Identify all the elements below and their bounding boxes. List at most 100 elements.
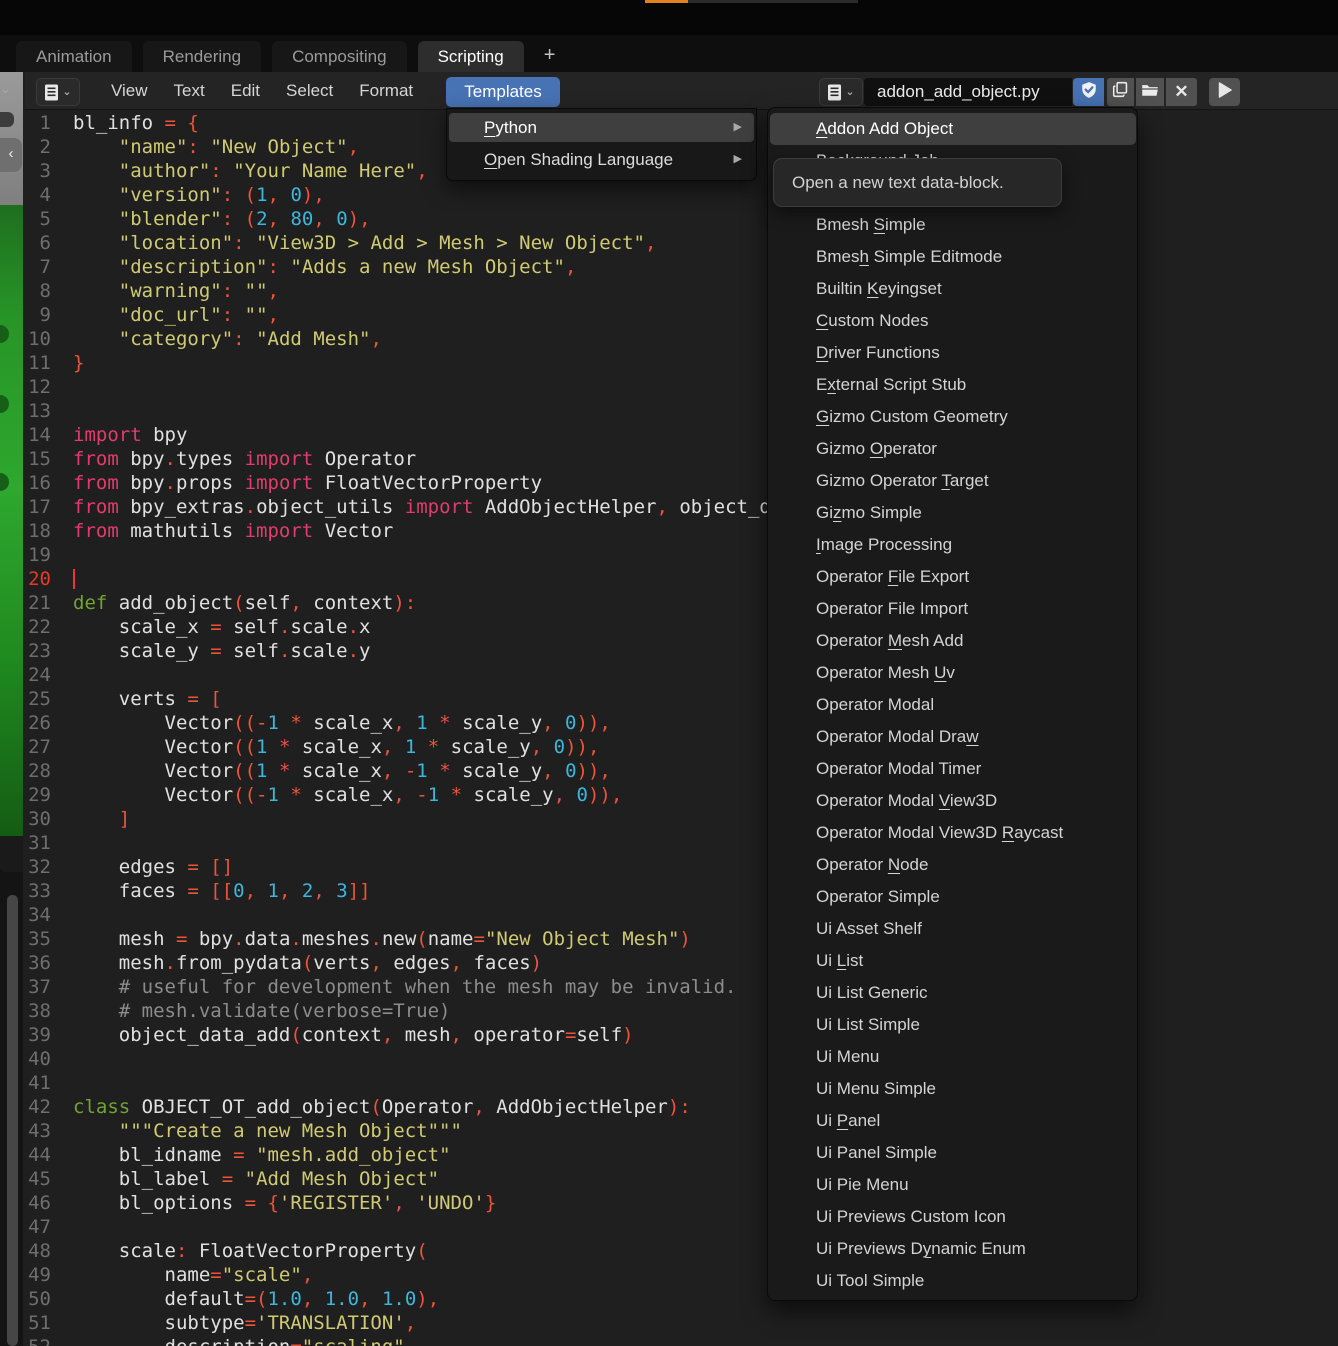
- sidebar-collapse-handle[interactable]: ‹: [0, 138, 22, 172]
- line-number: 34: [25, 903, 51, 927]
- template-item-ui-tool-simple[interactable]: Ui Tool Simple: [770, 1265, 1136, 1297]
- template-item-gizmo-operator[interactable]: Gizmo Operator: [770, 433, 1136, 465]
- line-number: 18: [25, 519, 51, 543]
- code-area[interactable]: 1bl_info = {2 "name": "New Object",3 "au…: [25, 110, 1338, 1346]
- top-accent-orange: [645, 0, 688, 3]
- tooltip: Open a new text data-block.: [773, 158, 1062, 207]
- line-number: 50: [25, 1287, 51, 1311]
- code-text: "doc_url": "",: [73, 303, 279, 327]
- shield-check-icon: [1080, 81, 1098, 104]
- template-item-operator-mesh-uv[interactable]: Operator Mesh Uv: [770, 657, 1136, 689]
- line-number: 35: [25, 927, 51, 951]
- template-item-ui-asset-shelf[interactable]: Ui Asset Shelf: [770, 913, 1136, 945]
- line-number: 14: [25, 423, 51, 447]
- template-item-operator-modal-view3d[interactable]: Operator Modal View3D: [770, 785, 1136, 817]
- code-text: mesh.from_pydata(verts, edges, faces): [73, 951, 542, 975]
- line-number: 23: [25, 639, 51, 663]
- line-number: 3: [25, 159, 51, 183]
- template-item-external-script-stub[interactable]: External Script Stub: [770, 369, 1136, 401]
- add-workspace-button[interactable]: +: [535, 41, 565, 72]
- line-number: 4: [25, 183, 51, 207]
- workspace-tab-scripting[interactable]: Scripting: [418, 41, 524, 72]
- template-item-operator-modal-timer[interactable]: Operator Modal Timer: [770, 753, 1136, 785]
- template-item-ui-panel[interactable]: Ui Panel: [770, 1105, 1136, 1137]
- template-item-ui-list[interactable]: Ui List: [770, 945, 1136, 977]
- new-text-button[interactable]: [1107, 78, 1134, 106]
- line-number: 38: [25, 999, 51, 1023]
- editor-type-button[interactable]: ⌄: [36, 78, 80, 106]
- code-text: mesh = bpy.data.meshes.new(name="New Obj…: [73, 927, 691, 951]
- template-item-ui-menu[interactable]: Ui Menu: [770, 1041, 1136, 1073]
- code-line: 29 Vector((-1 * scale_x, -1 * scale_y, 0…: [25, 783, 1338, 807]
- submenu-arrow-icon: ▶: [734, 113, 742, 142]
- run-script-button[interactable]: [1209, 78, 1240, 106]
- workspace-tab-compositing[interactable]: Compositing: [272, 41, 407, 72]
- code-line: 47: [25, 1215, 1338, 1239]
- line-number: 20: [25, 567, 51, 591]
- template-item-operator-file-export[interactable]: Operator File Export: [770, 561, 1136, 593]
- line-number: 11: [25, 351, 51, 375]
- template-item-operator-modal-draw[interactable]: Operator Modal Draw: [770, 721, 1136, 753]
- left-scrollbar[interactable]: [7, 895, 18, 1346]
- menu-format[interactable]: Format: [359, 81, 413, 101]
- code-line: 23 scale_y = self.scale.y: [25, 639, 1338, 663]
- menu-text[interactable]: Text: [174, 81, 205, 101]
- template-item-ui-previews-custom-icon[interactable]: Ui Previews Custom Icon: [770, 1201, 1136, 1233]
- template-item-ui-pie-menu[interactable]: Ui Pie Menu: [770, 1169, 1136, 1201]
- code-line: 43 """Create a new Mesh Object""": [25, 1119, 1338, 1143]
- template-item-driver-functions[interactable]: Driver Functions: [770, 337, 1136, 369]
- panel-corner: [0, 836, 23, 872]
- line-number: 42: [25, 1095, 51, 1119]
- templates-item-open-shading-language[interactable]: Open Shading Language▶: [449, 145, 754, 174]
- line-number: 15: [25, 447, 51, 471]
- code-text: from bpy_extras.object_utils import AddO…: [73, 495, 851, 519]
- template-item-builtin-keyingset[interactable]: Builtin Keyingset: [770, 273, 1136, 305]
- template-item-bmesh-simple[interactable]: Bmesh Simple: [770, 209, 1136, 241]
- template-item-ui-menu-simple[interactable]: Ui Menu Simple: [770, 1073, 1136, 1105]
- line-number: 47: [25, 1215, 51, 1239]
- template-item-operator-modal[interactable]: Operator Modal: [770, 689, 1136, 721]
- templates-item-python[interactable]: Python▶: [449, 113, 754, 142]
- code-line: 45 bl_label = "Add Mesh Object": [25, 1167, 1338, 1191]
- text-datablock-selector[interactable]: ⌄: [819, 78, 863, 106]
- line-number: 36: [25, 951, 51, 975]
- template-item-image-processing[interactable]: Image Processing: [770, 529, 1136, 561]
- template-item-operator-modal-view3d-raycast[interactable]: Operator Modal View3D Raycast: [770, 817, 1136, 849]
- register-toggle-button[interactable]: [1073, 78, 1104, 106]
- code-text: from bpy.types import Operator: [73, 447, 416, 471]
- template-item-gizmo-simple[interactable]: Gizmo Simple: [770, 497, 1136, 529]
- template-item-gizmo-custom-geometry[interactable]: Gizmo Custom Geometry: [770, 401, 1136, 433]
- code-line: 44 bl_idname = "mesh.add_object": [25, 1143, 1338, 1167]
- template-item-bmesh-simple-editmode[interactable]: Bmesh Simple Editmode: [770, 241, 1136, 273]
- template-item-custom-nodes[interactable]: Custom Nodes: [770, 305, 1136, 337]
- template-item-gizmo-operator-target[interactable]: Gizmo Operator Target: [770, 465, 1136, 497]
- templates-menu-button[interactable]: Templates: [446, 77, 560, 107]
- unlink-text-button[interactable]: ✕: [1166, 78, 1197, 106]
- template-item-operator-simple[interactable]: Operator Simple: [770, 881, 1136, 913]
- line-number: 21: [25, 591, 51, 615]
- line-number: 9: [25, 303, 51, 327]
- line-number: 7: [25, 255, 51, 279]
- text-name-field[interactable]: addon_add_object.py: [864, 78, 1072, 106]
- menu-edit[interactable]: Edit: [231, 81, 260, 101]
- open-text-button[interactable]: [1136, 78, 1164, 106]
- template-item-operator-file-import[interactable]: Operator File Import: [770, 593, 1136, 625]
- code-text: Vector((1 * scale_x, 1 * scale_y, 0)),: [73, 735, 599, 759]
- workspace-tab-animation[interactable]: Animation: [16, 41, 132, 72]
- menu-view[interactable]: View: [111, 81, 148, 101]
- template-item-ui-list-generic[interactable]: Ui List Generic: [770, 977, 1136, 1009]
- template-item-operator-mesh-add[interactable]: Operator Mesh Add: [770, 625, 1136, 657]
- code-line: 21def add_object(self, context):: [25, 591, 1338, 615]
- chevron-down-icon: ⌄: [62, 87, 71, 98]
- template-item-ui-previews-dynamic-enum[interactable]: Ui Previews Dynamic Enum: [770, 1233, 1136, 1265]
- code-line: 24: [25, 663, 1338, 687]
- template-item-addon-add-object[interactable]: Addon Add Object: [770, 113, 1136, 145]
- line-number: 40: [25, 1047, 51, 1071]
- template-item-ui-panel-simple[interactable]: Ui Panel Simple: [770, 1137, 1136, 1169]
- template-item-ui-list-simple[interactable]: Ui List Simple: [770, 1009, 1136, 1041]
- header-menus: View Text Edit Select Format: [111, 72, 413, 110]
- workspace-tab-rendering[interactable]: Rendering: [143, 41, 261, 72]
- menu-select[interactable]: Select: [286, 81, 333, 101]
- template-item-operator-node[interactable]: Operator Node: [770, 849, 1136, 881]
- code-line: 28 Vector((1 * scale_x, -1 * scale_y, 0)…: [25, 759, 1338, 783]
